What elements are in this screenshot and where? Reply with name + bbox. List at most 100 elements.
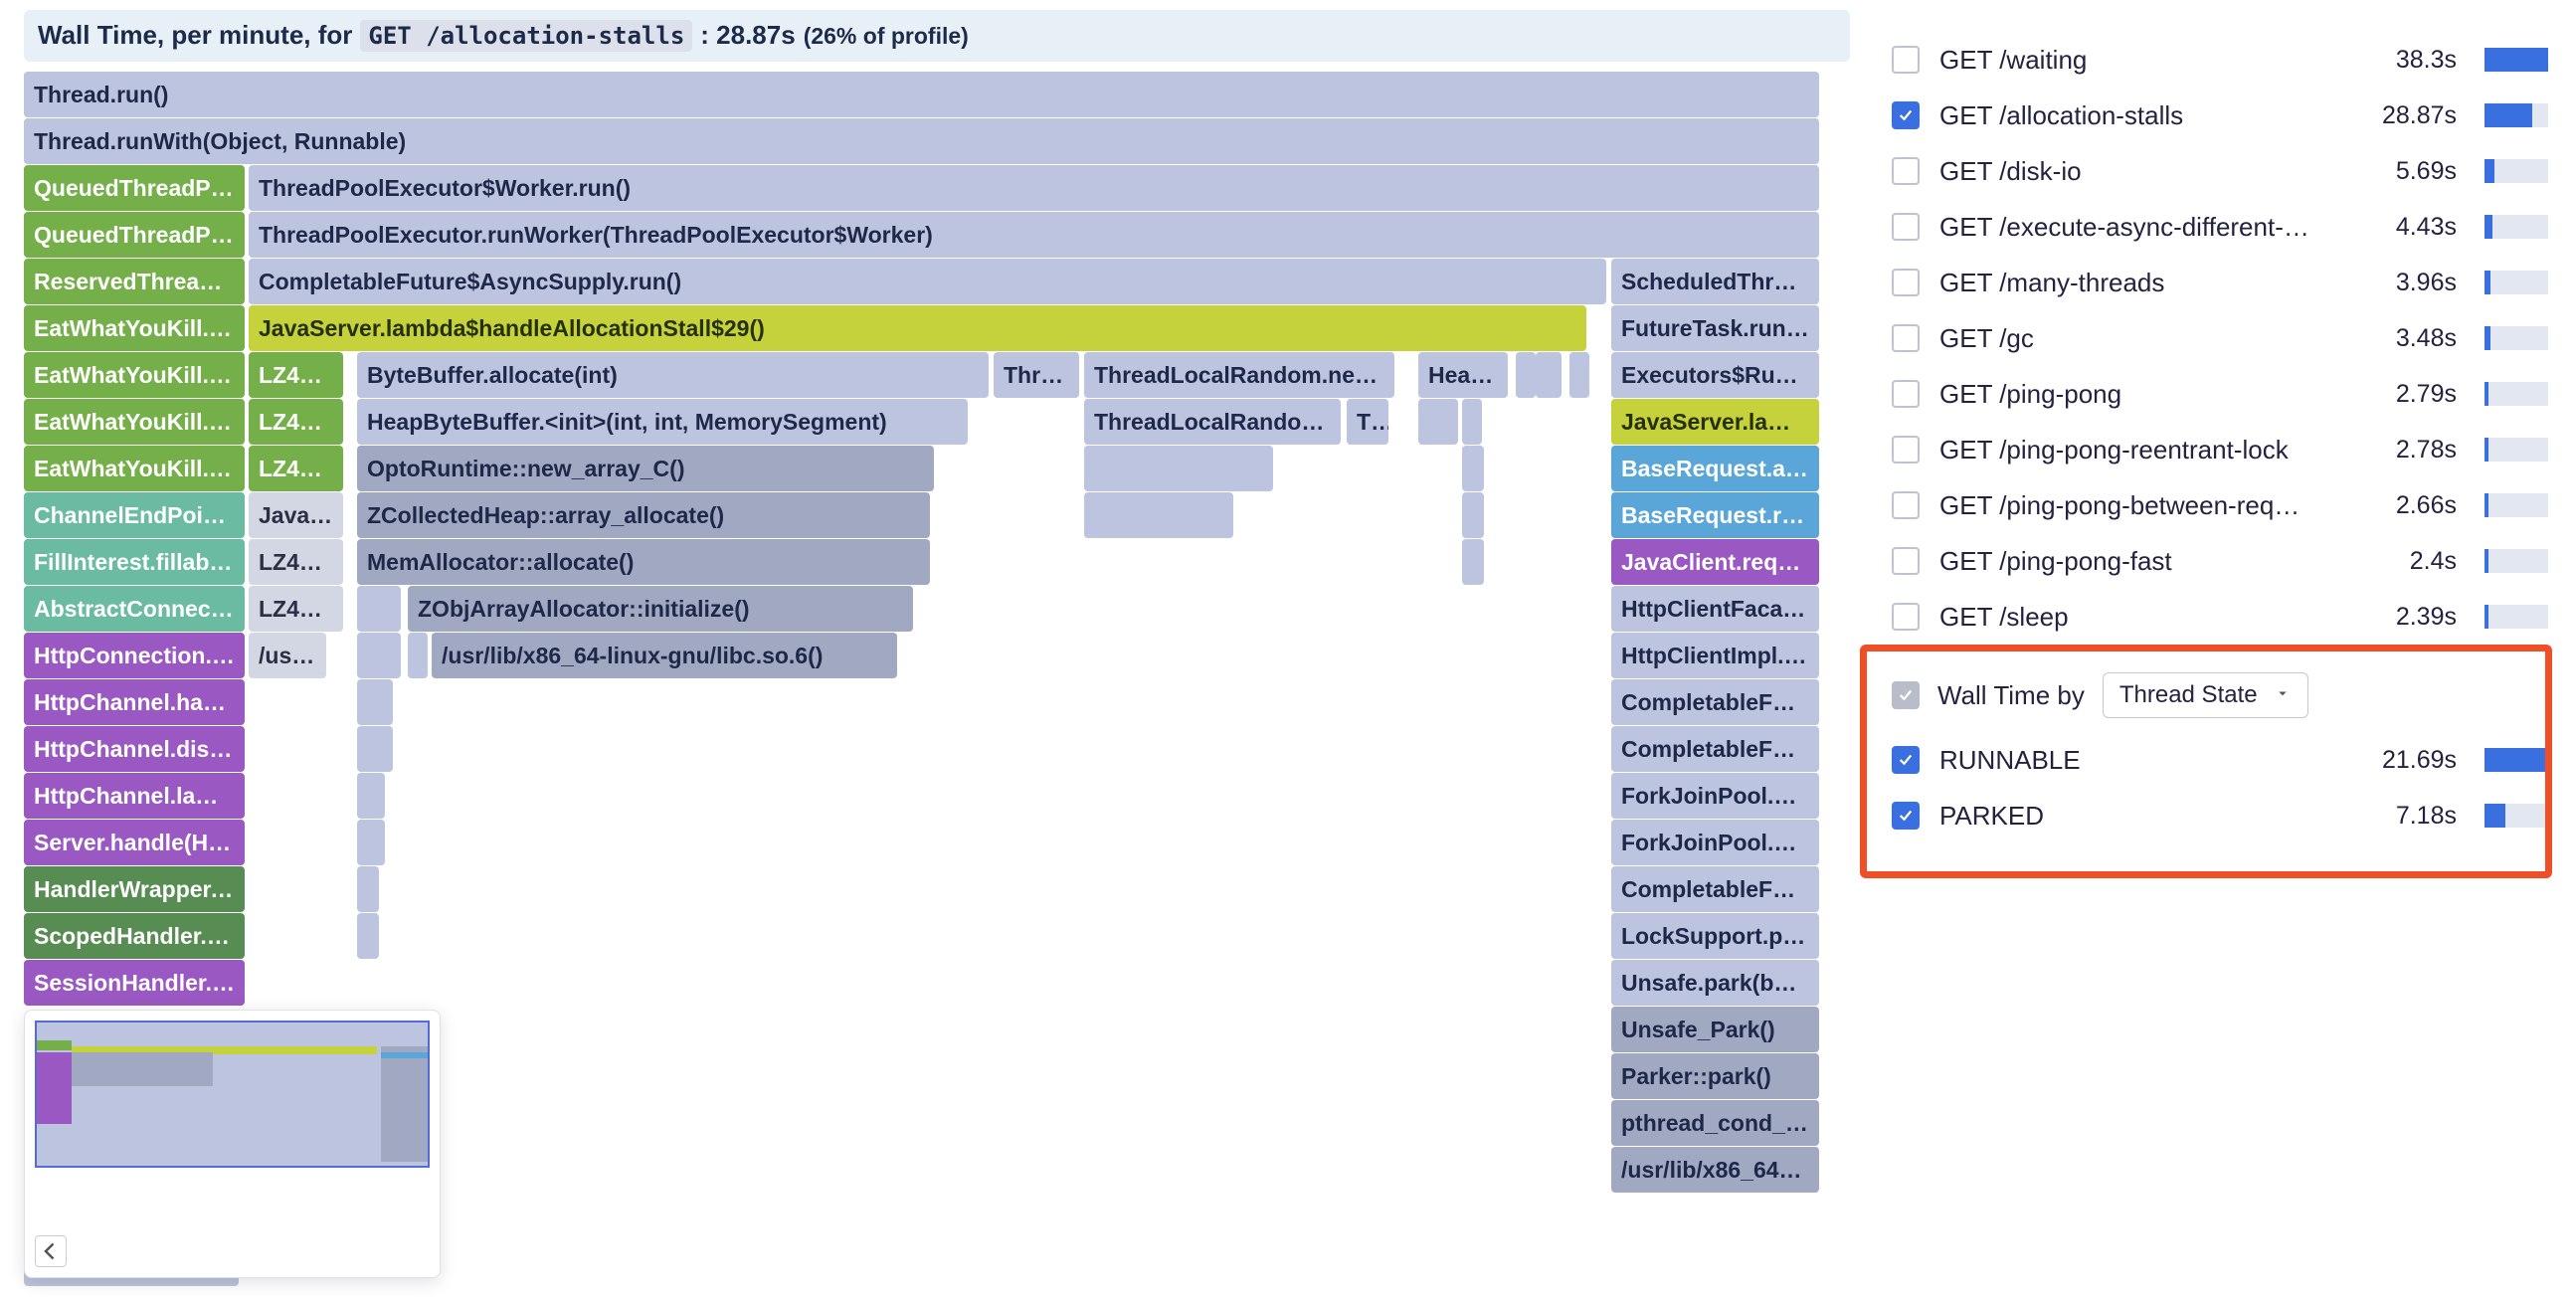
flame-frame[interactable]: Thread.runWith(Object, Runnable) (24, 118, 1819, 164)
flame-frame[interactable]: FutureTask.runA… (1611, 305, 1819, 351)
flame-frame[interactable]: EatWhatYouKill.t… (24, 352, 245, 398)
flame-frame[interactable] (357, 866, 379, 912)
flame-frame[interactable]: JavaServer.lamb… (1611, 399, 1819, 445)
flame-frame[interactable]: ForkJoinPool.un… (1611, 820, 1819, 865)
flame-frame[interactable]: ThreadLocalRandom.nextI… (1084, 352, 1394, 398)
flame-frame[interactable]: ThreadLocalRandom… (1084, 399, 1341, 445)
flame-frame[interactable]: ReservedThread… (24, 259, 245, 304)
flame-frame[interactable] (357, 633, 401, 678)
flame-frame[interactable] (357, 679, 393, 725)
flame-frame[interactable]: HttpChannel.lam… (24, 773, 245, 819)
endpoint-row[interactable]: GET /disk-io5.69s (1892, 143, 2548, 199)
flame-frame[interactable]: MemAllocator::allocate() (357, 539, 930, 585)
flame-frame[interactable]: HttpClientFacad… (1611, 586, 1819, 632)
flame-frame[interactable] (357, 726, 393, 772)
flame-frame[interactable] (1462, 399, 1482, 445)
flame-frame[interactable]: pthread_cond_w… (1611, 1100, 1819, 1146)
minimap-collapse-button[interactable] (35, 1235, 67, 1267)
flame-frame[interactable]: LZ4JN… (249, 446, 343, 491)
flame-frame[interactable]: EatWhatYouKill.d… (24, 399, 245, 445)
checkbox[interactable] (1892, 380, 1920, 408)
endpoint-row[interactable]: RUNNABLE21.69s (1892, 732, 2548, 788)
flame-frame[interactable]: HttpChannel.ha… (24, 679, 245, 725)
flame-frame[interactable]: HeapByteBuffer.<init>(int, int, MemorySe… (357, 399, 968, 445)
flame-frame[interactable] (357, 773, 385, 819)
flame-frame[interactable] (408, 633, 428, 678)
endpoint-row[interactable]: GET /ping-pong2.79s (1892, 366, 2548, 422)
checkbox[interactable] (1892, 491, 1920, 519)
flame-frame[interactable] (1462, 492, 1484, 538)
endpoint-row[interactable]: GET /ping-pong-fast2.4s (1892, 533, 2548, 589)
flame-frame[interactable]: Unsafe.park(boo… (1611, 960, 1819, 1006)
flame-frame[interactable]: EatWhatYouKill.r… (24, 305, 245, 351)
flame-frame[interactable]: /us… (249, 633, 326, 678)
endpoint-row[interactable]: GET /waiting38.3s (1892, 32, 2548, 88)
endpoint-row[interactable]: GET /gc3.48s (1892, 310, 2548, 366)
flame-frame[interactable]: JavaServer.lambda$handleAllocationStall$… (249, 305, 1586, 351)
flame-frame[interactable]: Thread.run() (24, 72, 1819, 117)
checkbox[interactable] (1892, 101, 1920, 129)
flame-frame[interactable]: FillInterest.fillabl… (24, 539, 245, 585)
checkbox[interactable] (1892, 157, 1920, 185)
flame-frame[interactable]: ScopedHandler.h… (24, 913, 245, 959)
flame-frame[interactable]: LockSupport.par… (1611, 913, 1819, 959)
flame-frame[interactable]: HttpConnection.… (24, 633, 245, 678)
flame-frame[interactable]: HttpChannel.dis… (24, 726, 245, 772)
flame-frame[interactable] (1084, 492, 1233, 538)
flame-frame[interactable]: HandlerWrapper.… (24, 866, 245, 912)
flame-frame[interactable]: SessionHandler.… (24, 960, 245, 1006)
endpoint-row[interactable]: GET /ping-pong-reentrant-lock2.78s (1892, 422, 2548, 477)
endpoint-row[interactable]: GET /sleep2.39s (1892, 589, 2548, 645)
flame-frame[interactable]: Executors$Runn… (1611, 352, 1819, 398)
flame-frame[interactable] (357, 586, 401, 632)
endpoint-row[interactable]: GET /allocation-stalls28.87s (1892, 88, 2548, 143)
flame-frame[interactable]: LZ4_c… (249, 539, 343, 585)
flame-frame[interactable]: ByteBuffer.allocate(int) (357, 352, 989, 398)
flame-frame[interactable]: BaseRequest.req… (1611, 492, 1819, 538)
flame-frame[interactable]: T… (1347, 399, 1388, 445)
walltime-select[interactable]: Thread State (2103, 672, 2308, 718)
flame-frame[interactable] (357, 913, 379, 959)
checkbox[interactable] (1892, 436, 1920, 464)
flame-frame[interactable]: LZ4JN… (249, 399, 343, 445)
checkbox[interactable] (1892, 746, 1920, 774)
minimap-canvas[interactable] (35, 1021, 430, 1168)
flame-frame[interactable]: Server.handle(Ht… (24, 820, 245, 865)
flame-frame[interactable] (1418, 399, 1458, 445)
flame-frame[interactable]: ZCollectedHeap::array_allocate() (357, 492, 930, 538)
flame-frame[interactable]: AbstractConnect… (24, 586, 245, 632)
flame-frame[interactable]: Unsafe_Park() (1611, 1007, 1819, 1052)
flame-frame[interactable] (1569, 352, 1589, 398)
flame-frame[interactable]: CompletableFut… (1611, 679, 1819, 725)
flame-frame[interactable]: LZ4C… (249, 352, 343, 398)
flame-frame[interactable] (1462, 446, 1484, 491)
endpoint-row[interactable]: GET /many-threads3.96s (1892, 255, 2548, 310)
flame-frame[interactable] (357, 820, 385, 865)
flame-frame[interactable]: /usr/lib/x86_64-linux-gnu/libc.so.6() (432, 633, 897, 678)
walltime-checkbox[interactable] (1892, 681, 1920, 709)
flame-frame[interactable] (1516, 352, 1536, 398)
flame-frame[interactable] (1462, 539, 1484, 585)
flame-frame[interactable] (1084, 446, 1273, 491)
endpoint-row[interactable]: GET /execute-async-different-…4.43s (1892, 199, 2548, 255)
flame-frame[interactable]: ChannelEndPoin… (24, 492, 245, 538)
flame-frame[interactable]: Java_… (249, 492, 343, 538)
checkbox[interactable] (1892, 603, 1920, 631)
flame-frame[interactable]: ZObjArrayAllocator::initialize() (408, 586, 913, 632)
flame-frame[interactable]: Heap… (1418, 352, 1508, 398)
flame-frame[interactable]: CompletableFut… (1611, 866, 1819, 912)
checkbox[interactable] (1892, 46, 1920, 74)
flame-frame[interactable] (1536, 352, 1562, 398)
flame-frame[interactable]: CompletableFuture$AsyncSupply.run() (249, 259, 1606, 304)
checkbox[interactable] (1892, 324, 1920, 352)
checkbox[interactable] (1892, 213, 1920, 241)
checkbox[interactable] (1892, 802, 1920, 830)
flame-frame[interactable]: Thre… (994, 352, 1079, 398)
checkbox[interactable] (1892, 547, 1920, 575)
endpoint-row[interactable]: PARKED7.18s (1892, 788, 2548, 843)
flame-frame[interactable]: HttpClientImpl.s… (1611, 633, 1819, 678)
flame-frame[interactable]: ThreadPoolExecutor$Worker.run() (249, 165, 1819, 211)
endpoint-row[interactable]: GET /ping-pong-between-req…2.66s (1892, 477, 2548, 533)
flame-frame[interactable]: ThreadPoolExecutor.runWorker(ThreadPoolE… (249, 212, 1819, 258)
flame-frame[interactable]: /usr/lib/x86_64-li… (1611, 1147, 1819, 1193)
